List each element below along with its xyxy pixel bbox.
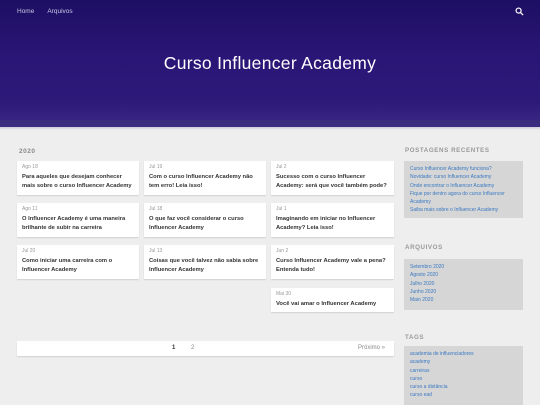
post-card[interactable]: Ago 11 O Influencer Academy é uma maneir… [17, 203, 139, 237]
recent-posts-heading: POSTAGENS RECENTES [405, 147, 490, 154]
page-1-current: 1 [172, 345, 176, 351]
post-card[interactable]: Jul 2 Sucesso com o curso Influencer Aca… [271, 161, 394, 195]
post-title-link[interactable]: O Influencer Academy é uma maneira brilh… [22, 215, 134, 233]
post-date: Jun 2 [276, 248, 289, 254]
archive-year: 2020 [19, 148, 36, 155]
post-title-link[interactable]: Sucesso com o curso Influencer Academy: … [276, 173, 389, 191]
post-date: Jul 2 [276, 164, 287, 170]
post-title-link[interactable]: O que faz você considerar o curso Influe… [149, 215, 261, 233]
post-title-link[interactable]: Coisas que você talvez não sabia sobre I… [149, 257, 261, 275]
nav-home-link[interactable]: Home [17, 8, 34, 15]
tag-link[interactable]: academia de influenciadores [410, 350, 517, 358]
tag-link[interactable]: academy [410, 358, 517, 366]
recent-post-link[interactable]: Saiba mais sobre o Influencer Academy [410, 206, 517, 214]
post-title-link[interactable]: Você vai amar o Influencer Academy [276, 300, 389, 309]
post-date: Jul 20 [22, 248, 36, 254]
archive-month-link[interactable]: Agosto 2020 [410, 271, 517, 279]
tag-link[interactable]: carreiras [410, 367, 517, 375]
header-shadow [0, 120, 540, 130]
archive-month-link[interactable]: Junho 2020 [410, 288, 517, 296]
tag-link[interactable]: curso a distância [410, 383, 517, 391]
archive-month-link[interactable]: Setembro 2020 [410, 263, 517, 271]
recent-post-link[interactable]: Onde encontrar o Influencer Academy [410, 182, 517, 190]
post-date: Jul 13 [149, 248, 163, 254]
tag-link[interactable]: curso ead [410, 391, 517, 399]
post-card[interactable]: Jul 1 Imaginando em iniciar no Influence… [271, 203, 394, 237]
search-icon[interactable] [515, 7, 524, 16]
post-card[interactable]: Jul 18 O que faz você considerar o curso… [144, 203, 266, 237]
post-date: Jul 19 [149, 164, 163, 170]
archives-widget: Setembro 2020 Agosto 2020 Julho 2020 Jun… [404, 259, 523, 310]
post-title-link[interactable]: Como iniciar uma carreira com o Influenc… [22, 257, 134, 275]
post-date: Mai 30 [276, 291, 292, 297]
post-title-link[interactable]: Imaginando em iniciar no Influencer Acad… [276, 215, 389, 233]
archive-month-link[interactable]: Julho 2020 [410, 280, 517, 288]
post-title-link[interactable]: Curso Influencer Academy vale a pena? En… [276, 257, 389, 275]
recent-post-link[interactable]: Novidade: curso Influencer Academy [410, 173, 517, 181]
post-card[interactable]: Ago 18 Para aqueles que desejam conhecer… [17, 161, 139, 195]
post-date: Ago 11 [22, 206, 38, 212]
archive-month-link[interactable]: Maio 2020 [410, 296, 517, 304]
post-title-link[interactable]: Para aqueles que desejam conhecer mais s… [22, 173, 134, 191]
post-date: Ago 18 [22, 164, 38, 170]
post-card[interactable]: Jul 19 Com o curso Influencer Academy nã… [144, 161, 266, 195]
post-title-link[interactable]: Com o curso Influencer Academy não tem e… [149, 173, 261, 191]
next-page-link[interactable]: Próximo » [358, 345, 385, 351]
post-card[interactable]: Mai 30 Você vai amar o Influencer Academ… [271, 288, 394, 312]
site-title[interactable]: Curso Influencer Academy [0, 53, 540, 74]
post-date: Jul 1 [276, 206, 287, 212]
tags-heading: TAGS [405, 334, 425, 341]
post-date: Jul 18 [149, 206, 163, 212]
pagination: 1 2 Próximo » [17, 341, 394, 356]
nav-archives-link[interactable]: Arquivos [47, 8, 72, 15]
archives-heading: ARQUIVOS [405, 244, 443, 251]
recent-post-link[interactable]: Fique por dentro agora do curso Influenc… [410, 190, 517, 207]
tag-link[interactable]: curso [410, 375, 517, 383]
post-card[interactable]: Jul 20 Como iniciar uma carreira com o I… [17, 245, 139, 279]
recent-post-link[interactable]: Curso Influencer Academy funciona? [410, 165, 517, 173]
post-card[interactable]: Jul 13 Coisas que você talvez não sabia … [144, 245, 266, 279]
post-card[interactable]: Jun 2 Curso Influencer Academy vale a pe… [271, 245, 394, 279]
tags-widget: academia de influenciadores academy carr… [404, 346, 523, 405]
recent-posts-widget: Curso Influencer Academy funciona? Novid… [404, 161, 523, 218]
top-nav: Home Arquivos [17, 8, 73, 15]
page-2-link[interactable]: 2 [191, 345, 194, 351]
